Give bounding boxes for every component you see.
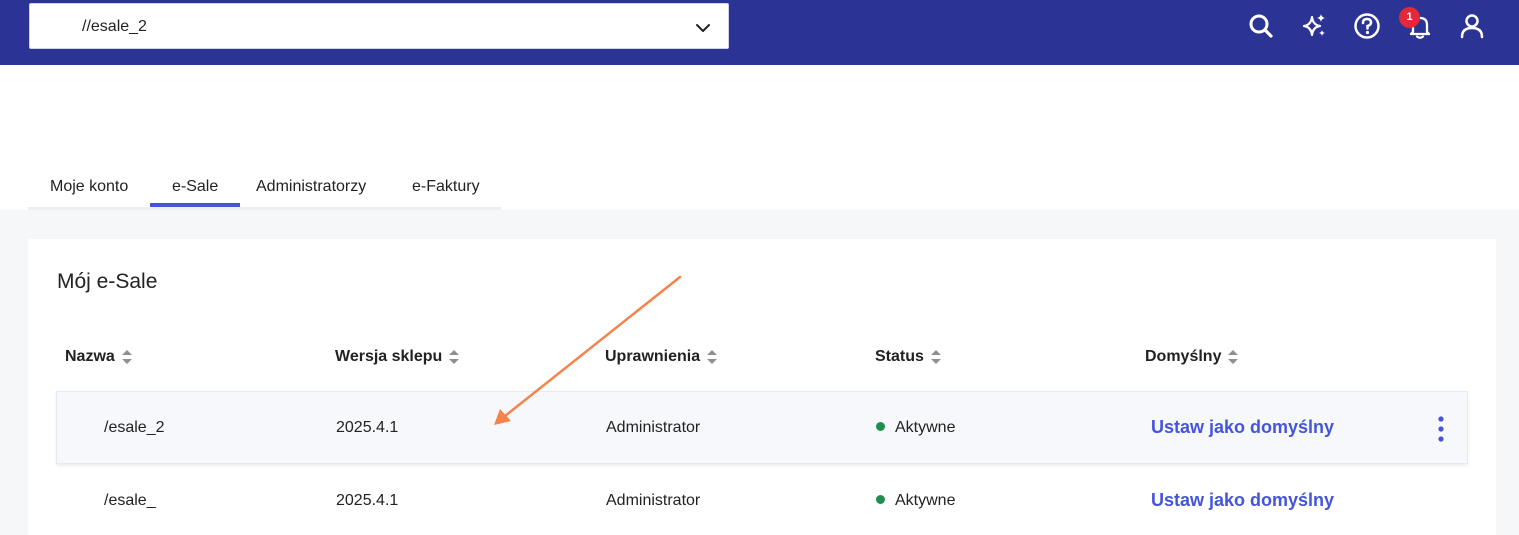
- column-header-uprawnienia[interactable]: Uprawnienia: [605, 348, 718, 366]
- row-role: Administrator: [606, 419, 701, 436]
- tab-e-faktury[interactable]: e-Faktury: [390, 170, 502, 207]
- notification-badge: 1: [1399, 7, 1420, 28]
- row-name: /esale_: [104, 492, 156, 509]
- status-label: Aktywne: [895, 419, 956, 436]
- shop-select[interactable]: //esale_2: [29, 3, 729, 49]
- column-header-label: Status: [875, 348, 924, 366]
- user-icon[interactable]: [1457, 11, 1487, 41]
- tab-administratorzy[interactable]: Administratorzy: [234, 170, 388, 207]
- column-header-wersja-sklepu[interactable]: Wersja sklepu: [335, 348, 460, 366]
- tab-bar: Moje konto e-Sale Administratorzy e-Fakt…: [28, 170, 501, 210]
- set-default-link[interactable]: Ustaw jako domyślny: [1151, 417, 1334, 438]
- top-bar: //esale_2 1: [0, 0, 1519, 65]
- set-default-link[interactable]: Ustaw jako domyślny: [1151, 490, 1334, 511]
- row-status: Aktywne: [876, 492, 955, 510]
- table-row[interactable]: /esale_2 2025.4.1 Administrator Aktywne …: [56, 391, 1468, 464]
- tab-moje-konto[interactable]: Moje konto: [28, 170, 150, 207]
- row-version: 2025.4.1: [336, 492, 399, 509]
- row-role: Administrator: [606, 492, 701, 509]
- chevron-down-icon: [696, 24, 710, 32]
- sort-icon: [930, 350, 941, 364]
- column-header-label: Domyślny: [1145, 348, 1222, 366]
- sort-icon: [707, 350, 718, 364]
- column-header-nazwa[interactable]: Nazwa: [65, 348, 133, 366]
- sort-icon: [121, 350, 132, 364]
- table-row[interactable]: /esale_ 2025.4.1 Administrator Aktywne U…: [56, 465, 1468, 535]
- shop-select-value: //esale_2: [82, 18, 147, 35]
- column-header-domyslny[interactable]: Domyślny: [1145, 348, 1239, 366]
- help-icon[interactable]: [1352, 11, 1382, 41]
- status-dot: [876, 495, 885, 505]
- tab-e-sale[interactable]: e-Sale: [150, 170, 241, 207]
- sort-icon: [1228, 350, 1239, 364]
- more-options-icon[interactable]: [1431, 414, 1451, 444]
- sparkle-icon[interactable]: [1299, 11, 1329, 41]
- my-esale-card: Mój e-Sale Nazwa Wersja sklepu Uprawnien…: [28, 239, 1496, 535]
- row-version: 2025.4.1: [336, 419, 399, 436]
- card-title: Mój e-Sale: [57, 270, 158, 293]
- status-label: Aktywne: [895, 492, 956, 509]
- column-header-label: Wersja sklepu: [335, 348, 443, 366]
- row-name: /esale_2: [104, 419, 165, 436]
- sort-icon: [449, 350, 460, 364]
- column-header-label: Nazwa: [65, 348, 115, 366]
- status-dot: [876, 422, 885, 432]
- column-header-label: Uprawnienia: [605, 348, 701, 366]
- row-status: Aktywne: [876, 419, 955, 437]
- column-header-status[interactable]: Status: [875, 348, 942, 366]
- search-icon[interactable]: [1246, 11, 1276, 41]
